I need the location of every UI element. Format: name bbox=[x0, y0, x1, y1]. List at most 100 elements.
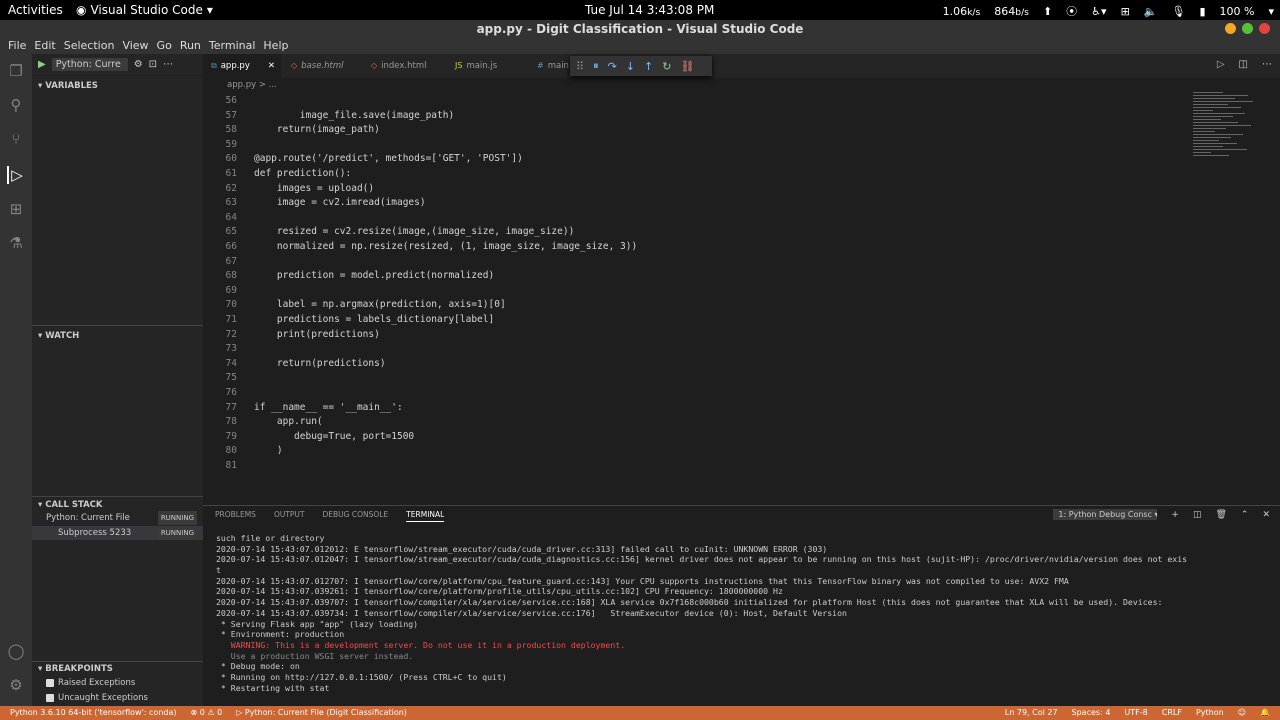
line-number[interactable]: 57 bbox=[203, 109, 237, 124]
breakpoint-item[interactable]: Uncaught Exceptions bbox=[46, 691, 148, 705]
code-line[interactable]: 74 return(predictions) bbox=[203, 357, 1193, 372]
debug-config-status[interactable]: ▷ Python: Current File (Digit Classifica… bbox=[236, 706, 407, 720]
drag-handle-icon[interactable]: ⠿ bbox=[576, 60, 584, 73]
code-line[interactable]: 63 image = cv2.imread(images) bbox=[203, 196, 1193, 211]
tab-base-html[interactable]: ◇ base.html bbox=[283, 54, 343, 78]
more-icon[interactable]: ⋯ bbox=[163, 59, 173, 70]
split-terminal-icon[interactable]: ◫ bbox=[1193, 510, 1202, 520]
terminal-select[interactable]: 1: Python Debug Consc ▾ bbox=[1053, 509, 1158, 520]
tab-index-html[interactable]: ◇ index.html bbox=[363, 54, 426, 78]
search-icon[interactable]: ⚲ bbox=[7, 96, 25, 114]
code-line[interactable]: 76 bbox=[203, 386, 1193, 401]
indentation[interactable]: Spaces: 4 bbox=[1072, 706, 1111, 720]
tab-main-js[interactable]: JS main.js bbox=[447, 54, 497, 78]
line-number[interactable]: 59 bbox=[203, 138, 237, 153]
close-icon[interactable]: ✕ bbox=[268, 54, 275, 78]
line-number[interactable]: 63 bbox=[203, 196, 237, 211]
line-number[interactable]: 61 bbox=[203, 167, 237, 182]
line-number[interactable]: 80 bbox=[203, 444, 237, 459]
minimap[interactable] bbox=[1193, 92, 1273, 202]
call-stack-item[interactable]: Subprocess 5233 RUNNING bbox=[32, 526, 203, 540]
line-number[interactable]: 75 bbox=[203, 371, 237, 386]
code-line[interactable]: 67 bbox=[203, 255, 1193, 270]
step-over-icon[interactable]: ↷ bbox=[608, 60, 617, 73]
cursor-position[interactable]: Ln 79, Col 27 bbox=[1005, 706, 1058, 720]
split-editor-icon[interactable]: ◫ bbox=[1239, 59, 1248, 70]
code-line[interactable]: 57 image_file.save(image_path) bbox=[203, 109, 1193, 124]
menu-go[interactable]: Go bbox=[153, 38, 176, 54]
line-number[interactable]: 67 bbox=[203, 255, 237, 270]
code-line[interactable]: 61 def prediction(): bbox=[203, 167, 1193, 182]
step-into-icon[interactable]: ↓ bbox=[626, 60, 635, 73]
code-line[interactable]: 77 if __name__ == '__main__': bbox=[203, 401, 1193, 416]
code-line[interactable]: 80 ) bbox=[203, 444, 1193, 459]
menu-view[interactable]: View bbox=[118, 38, 152, 54]
tab-main-css[interactable]: # main. bbox=[529, 54, 572, 78]
checkbox[interactable] bbox=[46, 679, 54, 687]
trash-icon[interactable]: 🗑 bbox=[1215, 510, 1226, 520]
close-panel-icon[interactable]: ✕ bbox=[1262, 510, 1270, 520]
line-number[interactable]: 65 bbox=[203, 225, 237, 240]
tab-problems[interactable]: PROBLEMS bbox=[215, 510, 256, 522]
app-menu[interactable]: ◉ Visual Studio Code ▾ bbox=[76, 3, 213, 17]
code-line[interactable]: 70 label = np.argmax(prediction, axis=1)… bbox=[203, 298, 1193, 313]
line-number[interactable]: 79 bbox=[203, 430, 237, 445]
menu-file[interactable]: File bbox=[4, 38, 30, 54]
code-line[interactable]: 56 bbox=[203, 94, 1193, 109]
line-number[interactable]: 74 bbox=[203, 357, 237, 372]
code-line[interactable]: 69 bbox=[203, 284, 1193, 299]
debug-console-icon[interactable]: ⊡ bbox=[149, 59, 157, 70]
checkbox-checked[interactable] bbox=[46, 694, 54, 702]
code-line[interactable]: 60 @app.route('/predict', methods=['GET',… bbox=[203, 152, 1193, 167]
source-control-icon[interactable]: ⑂ bbox=[7, 130, 25, 148]
settings-gear-icon[interactable]: ⚙ bbox=[7, 676, 25, 694]
code-line[interactable]: 72 print(predictions) bbox=[203, 328, 1193, 343]
system-tray[interactable]: 1.06k/s 864b/s ⬆ ⦿ ♿▾ ⊞ 🔈 🎙 ▮ 100 % ▾ bbox=[943, 3, 1274, 19]
notifications-icon[interactable]: 🔔 bbox=[1260, 706, 1270, 720]
line-number[interactable]: 71 bbox=[203, 313, 237, 328]
step-out-icon[interactable]: ↑ bbox=[644, 60, 653, 73]
clock[interactable]: Tue Jul 14 3:43:08 PM bbox=[585, 3, 714, 17]
code-line[interactable]: 73 bbox=[203, 342, 1193, 357]
line-number[interactable]: 60 bbox=[203, 152, 237, 167]
feedback-icon[interactable]: ☺ bbox=[1238, 706, 1246, 720]
tab-output[interactable]: OUTPUT bbox=[274, 510, 305, 522]
run-debug-icon[interactable]: ▷ bbox=[7, 166, 25, 184]
maximize-panel-icon[interactable]: ⌃ bbox=[1241, 510, 1249, 520]
line-number[interactable]: 72 bbox=[203, 328, 237, 343]
code-line[interactable]: 64 bbox=[203, 211, 1193, 226]
code-line[interactable]: 62 images = upload() bbox=[203, 182, 1193, 197]
call-stack-item[interactable]: Python: Current File RUNNING bbox=[32, 511, 203, 525]
variables-section-header[interactable]: ▾ VARIABLES bbox=[32, 78, 203, 94]
code-line[interactable]: 71 predictions = labels_dictionary[label… bbox=[203, 313, 1193, 328]
python-interpreter[interactable]: Python 3.6.10 64-bit ('tensorflow': cond… bbox=[10, 706, 177, 720]
encoding[interactable]: UTF-8 bbox=[1124, 706, 1147, 720]
extensions-icon[interactable]: ⊞ bbox=[7, 200, 25, 218]
terminal-output[interactable]: such file or directory 2020-07-14 15:43:0… bbox=[216, 533, 1276, 693]
start-debugging-icon[interactable]: ▶ bbox=[38, 59, 46, 70]
run-file-icon[interactable]: ▷ bbox=[1217, 59, 1225, 70]
window-controls[interactable] bbox=[1225, 23, 1270, 34]
line-ending[interactable]: CRLF bbox=[1162, 706, 1182, 720]
code-line[interactable]: 75 bbox=[203, 371, 1193, 386]
line-number[interactable]: 73 bbox=[203, 342, 237, 357]
line-number[interactable]: 70 bbox=[203, 298, 237, 313]
code-editor[interactable]: 56 57 image_file.save(image_path) 58 retur… bbox=[203, 92, 1193, 484]
disconnect-icon[interactable]: ⛓ bbox=[680, 60, 694, 73]
breakpoint-item[interactable]: Raised Exceptions bbox=[46, 676, 135, 690]
line-number[interactable]: 64 bbox=[203, 211, 237, 226]
menu-terminal[interactable]: Terminal bbox=[205, 38, 260, 54]
code-line[interactable]: 66 normalized = np.resize(resized, (1, i… bbox=[203, 240, 1193, 255]
minimize-button[interactable] bbox=[1225, 23, 1236, 34]
testing-icon[interactable]: ⚗ bbox=[7, 234, 25, 252]
new-terminal-icon[interactable]: + bbox=[1171, 510, 1179, 520]
more-actions-icon[interactable]: ⋯ bbox=[1262, 59, 1272, 70]
menu-help[interactable]: Help bbox=[259, 38, 292, 54]
code-line[interactable]: 59 bbox=[203, 138, 1193, 153]
gear-icon[interactable]: ⚙ bbox=[134, 59, 143, 70]
explorer-icon[interactable]: ❐ bbox=[7, 62, 25, 80]
line-number[interactable]: 56 bbox=[203, 94, 237, 109]
line-number[interactable]: 62 bbox=[203, 182, 237, 197]
restart-icon[interactable]: ↻ bbox=[662, 60, 671, 73]
breadcrumb[interactable]: app.py > ... bbox=[203, 78, 1193, 92]
